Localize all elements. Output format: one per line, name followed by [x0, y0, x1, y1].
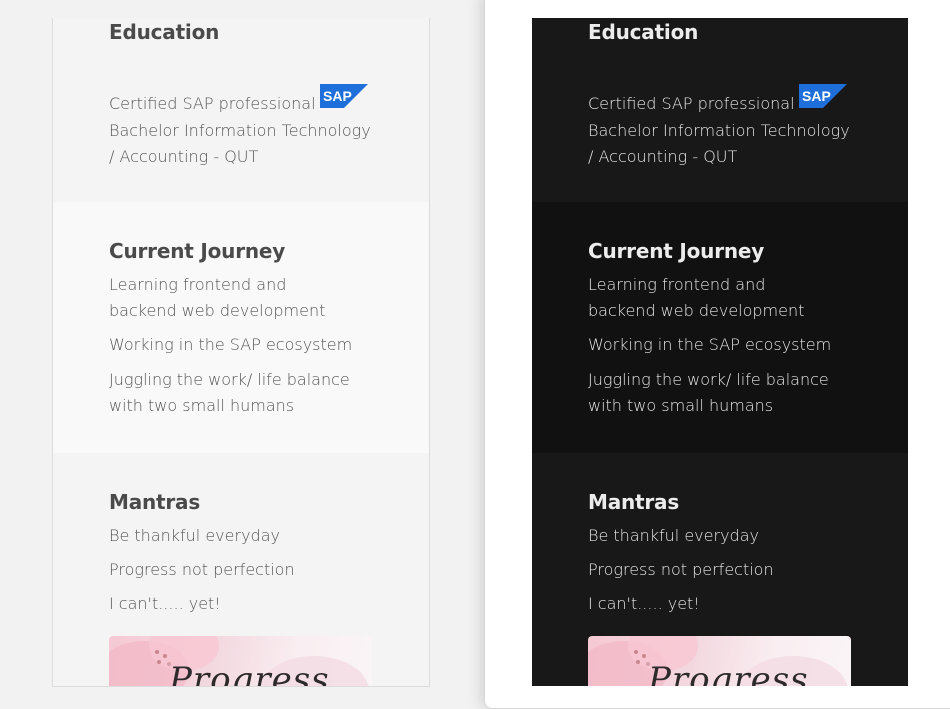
journey-item: Learning frontend and backend web develo… [109, 275, 326, 320]
current-journey-section: Current Journey Learning frontend and ba… [532, 202, 908, 453]
profile-card-dark: Education Certified SAP professional SAP … [532, 18, 908, 686]
mantra-item: Be thankful everyday [588, 526, 759, 545]
mantra-item: I can't..... yet! [109, 594, 221, 613]
certification-label: Certified SAP professional [588, 94, 795, 113]
mantras-heading: Mantras [588, 490, 680, 514]
journey-item: Working in the SAP ecosystem [588, 335, 832, 354]
svg-text:SAP: SAP [323, 88, 352, 104]
mantra-item: Progress not perfection [588, 560, 774, 579]
degree-text: Bachelor Information Technology / Accoun… [109, 121, 371, 166]
progress-image: Progress [588, 636, 851, 686]
current-journey-heading: Current Journey [588, 239, 765, 263]
progress-image: Progress [109, 636, 372, 687]
education-section: Education Certified SAP professional SAP … [532, 18, 908, 202]
sap-logo-icon: SAP [319, 84, 368, 116]
education-heading: Education [109, 20, 220, 44]
education-section: Education Certified SAP professional SAP … [53, 18, 429, 202]
mantra-item: Be thankful everyday [109, 526, 280, 545]
sap-logo-icon: SAP [798, 84, 847, 116]
progress-image-caption: Progress [648, 660, 809, 686]
certification-text: Certified SAP professional SAP [588, 84, 878, 117]
current-journey-section: Current Journey Learning frontend and ba… [53, 202, 429, 453]
profile-card-light: Education Certified SAP professional SAP … [52, 18, 430, 687]
certification-label: Certified SAP professional [109, 94, 316, 113]
current-journey-heading: Current Journey [109, 239, 286, 263]
svg-text:SAP: SAP [802, 88, 831, 104]
journey-item: Juggling the work/ life balance with two… [109, 370, 350, 415]
journey-item: Working in the SAP ecosystem [109, 335, 353, 354]
mantra-item: Progress not perfection [109, 560, 295, 579]
mantra-item: I can't..... yet! [588, 594, 700, 613]
journey-item: Juggling the work/ life balance with two… [588, 370, 829, 415]
certification-text: Certified SAP professional SAP [109, 84, 399, 117]
education-heading: Education [588, 20, 699, 44]
mantras-heading: Mantras [109, 490, 201, 514]
journey-item: Learning frontend and backend web develo… [588, 275, 805, 320]
degree-text: Bachelor Information Technology / Accoun… [588, 121, 850, 166]
progress-image-caption: Progress [169, 660, 330, 687]
